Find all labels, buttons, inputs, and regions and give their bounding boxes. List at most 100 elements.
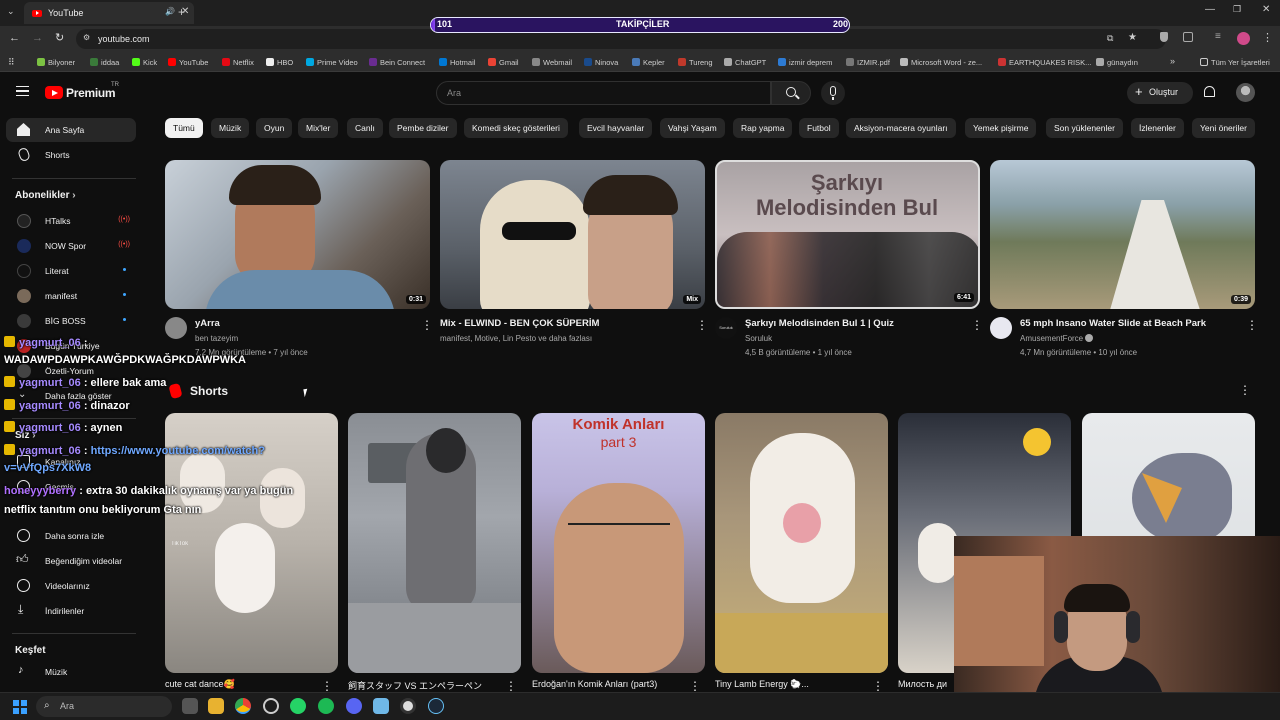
chat-link-cont[interactable]: v=vVfQps7XkW8 bbox=[4, 462, 91, 474]
video-thumbnail[interactable]: 0:39 bbox=[990, 160, 1255, 309]
bookmark-item[interactable]: Netflix bbox=[222, 58, 254, 67]
browser-menu-icon[interactable]: ⋮ bbox=[1262, 31, 1273, 44]
bookmark-item[interactable]: Prime Video bbox=[306, 58, 358, 67]
bookmark-item[interactable]: Kepler bbox=[632, 58, 665, 67]
bookmark-item[interactable]: Webmail bbox=[532, 58, 572, 67]
bookmark-item[interactable]: Bilyoner bbox=[37, 58, 75, 67]
shorts-menu-icon[interactable] bbox=[1239, 383, 1251, 397]
youtube-logo[interactable] bbox=[45, 86, 63, 99]
chip-rap[interactable]: Rap yapma bbox=[733, 118, 793, 138]
minimize-window-icon[interactable]: — bbox=[1205, 4, 1215, 15]
bookmark-item[interactable]: HBO bbox=[266, 58, 293, 67]
obs-icon[interactable] bbox=[400, 698, 416, 714]
video-title[interactable]: yArra bbox=[195, 318, 220, 329]
tab-list-chevron-icon[interactable]: ⌄ bbox=[7, 6, 15, 17]
bookmark-item[interactable]: Bein Connect bbox=[369, 58, 425, 67]
chip-mixes[interactable]: Mix'ler bbox=[298, 118, 339, 138]
bookmark-item[interactable]: Kick bbox=[132, 58, 157, 67]
sidebar-item-home[interactable]: Ana Sayfa bbox=[6, 118, 136, 142]
chip-watched[interactable]: İzlenenler bbox=[1131, 118, 1184, 138]
bookmark-item[interactable]: YouTube bbox=[168, 58, 208, 67]
video-channel[interactable]: manifest, Motive, Lin Pesto ve daha fazl… bbox=[440, 334, 592, 343]
more-bookmarks-icon[interactable]: » bbox=[1170, 56, 1175, 66]
sidebar-item-channel[interactable]: HTalks ((•)) bbox=[6, 209, 136, 233]
channel-avatar[interactable] bbox=[990, 317, 1012, 339]
chip-recently-uploaded[interactable]: Son yüklenenler bbox=[1046, 118, 1123, 138]
search-input[interactable]: Ara bbox=[436, 81, 771, 105]
chip-all[interactable]: Tümü bbox=[165, 118, 203, 138]
guide-menu-icon[interactable] bbox=[16, 86, 29, 96]
bookmark-item[interactable]: Microsoft Word - ze... bbox=[900, 58, 982, 67]
bookmark-item[interactable]: ChatGPT bbox=[724, 58, 766, 67]
taskbar-search[interactable]: ⌕ Ara bbox=[36, 696, 172, 717]
sidebar-item-your-videos[interactable]: Videolarınız bbox=[6, 574, 136, 598]
search-button[interactable] bbox=[771, 81, 811, 105]
sidebar-item-channel[interactable]: BİG BOSS bbox=[6, 309, 136, 333]
site-info-icon[interactable]: ⚙ bbox=[83, 33, 90, 42]
chat-link[interactable]: https://www.youtube.com/watch? bbox=[91, 445, 265, 457]
apps-grid-icon[interactable]: ⠿ bbox=[8, 57, 15, 68]
sidebar-item-channel[interactable]: manifest bbox=[6, 284, 136, 308]
video-title[interactable]: Mix - ELWIND - BEN ÇOK SÜPERİM bbox=[440, 318, 599, 329]
create-button[interactable]: + Oluştur bbox=[1127, 82, 1193, 104]
video-channel[interactable]: AmusementForce bbox=[1020, 334, 1094, 343]
notifications-bell-icon[interactable] bbox=[1204, 86, 1215, 97]
voice-search-button[interactable] bbox=[821, 81, 845, 105]
chip-new-to-you[interactable]: Yeni öneriler bbox=[1192, 118, 1255, 138]
sidebar-item-liked-videos[interactable]: 👍︎ Beğendiğim videolar bbox=[6, 549, 136, 573]
chip-gaming[interactable]: Oyun bbox=[256, 118, 293, 138]
video-thumbnail[interactable]: 0:31 bbox=[165, 160, 430, 309]
subscriptions-heading[interactable]: Abonelikler › bbox=[15, 190, 76, 201]
chip-soap-operas[interactable]: Pembe diziler bbox=[389, 118, 457, 138]
video-thumbnail[interactable]: Mix bbox=[440, 160, 705, 309]
reload-icon[interactable]: ↻ bbox=[55, 31, 64, 44]
bookmark-item[interactable]: günaydın bbox=[1096, 58, 1138, 67]
all-bookmarks-folder[interactable]: Tüm Yer İşaretleri bbox=[1200, 58, 1270, 67]
chrome-icon[interactable] bbox=[235, 698, 251, 714]
short-title[interactable]: Милость ди bbox=[898, 679, 947, 689]
video-thumbnail[interactable]: Şarkıyı Melodisinden Bul 6:41 bbox=[715, 160, 980, 309]
vpn-icon[interactable] bbox=[373, 698, 389, 714]
bookmark-item[interactable]: IZMIR.pdf bbox=[846, 58, 890, 67]
short-thumbnail[interactable] bbox=[715, 413, 888, 673]
back-icon[interactable]: ← bbox=[9, 32, 20, 44]
short-title[interactable]: Erdoğan'ın Komik Anları (part3) bbox=[532, 679, 657, 689]
short-title[interactable]: Tiny Lamb Energy 🐑... bbox=[715, 679, 809, 690]
bookmark-item[interactable]: Tureng bbox=[678, 58, 713, 67]
windows-start-icon[interactable] bbox=[13, 700, 27, 714]
sidebar-item-watch-later[interactable]: Daha sonra izle bbox=[6, 524, 136, 548]
sidebar-item-music[interactable]: ♪ Müzik bbox=[6, 660, 136, 684]
file-explorer-icon[interactable] bbox=[208, 698, 224, 714]
video-title[interactable]: 65 mph Insano Water Slide at Beach Park bbox=[1020, 318, 1206, 329]
chip-live[interactable]: Canlı bbox=[347, 118, 383, 138]
short-thumbnail[interactable]: Komik Anları part 3 bbox=[532, 413, 705, 673]
chip-action-adventure[interactable]: Aksiyon-macera oyunları bbox=[846, 118, 956, 138]
discord-icon[interactable] bbox=[346, 698, 362, 714]
video-title[interactable]: Şarkıyı Melodisinden Bul 1 | Quiz bbox=[745, 318, 894, 329]
bookmark-star-icon[interactable]: ★ bbox=[1128, 32, 1137, 43]
chip-pets[interactable]: Evcil hayvanlar bbox=[579, 118, 653, 138]
task-view-icon[interactable] bbox=[182, 698, 198, 714]
forward-icon[interactable]: → bbox=[32, 32, 43, 44]
short-thumbnail[interactable] bbox=[348, 413, 521, 673]
channel-avatar[interactable] bbox=[165, 317, 187, 339]
maximize-window-icon[interactable]: ❐ bbox=[1233, 4, 1241, 15]
sidebar-item-shorts[interactable]: Shorts bbox=[6, 143, 136, 167]
reading-list-icon[interactable]: ≡ bbox=[1215, 31, 1221, 42]
video-channel[interactable]: Soruluk bbox=[745, 334, 772, 343]
speedometer-icon[interactable] bbox=[263, 698, 279, 714]
video-menu-icon[interactable] bbox=[971, 318, 983, 332]
spotify-icon[interactable] bbox=[318, 698, 334, 714]
channel-avatar[interactable]: Soruluk bbox=[715, 317, 737, 339]
new-tab-button[interactable]: + bbox=[178, 5, 185, 19]
cast-icon[interactable]: ⧉ bbox=[1107, 33, 1113, 44]
whatsapp-icon[interactable] bbox=[290, 698, 306, 714]
bookmark-item[interactable]: izmir deprem bbox=[778, 58, 832, 67]
chip-wildlife[interactable]: Vahşi Yaşam bbox=[660, 118, 725, 138]
sidebar-item-channel[interactable]: Literat bbox=[6, 259, 136, 283]
sidebar-item-downloads[interactable]: ⤓ İndirilenler bbox=[6, 599, 136, 623]
bookmark-item[interactable]: Gmail bbox=[488, 58, 519, 67]
chip-cooking[interactable]: Yemek pişirme bbox=[965, 118, 1037, 138]
browser-tab-youtube[interactable]: YouTube 🔊 ✕ bbox=[24, 2, 194, 24]
profile-avatar[interactable] bbox=[1237, 32, 1250, 45]
